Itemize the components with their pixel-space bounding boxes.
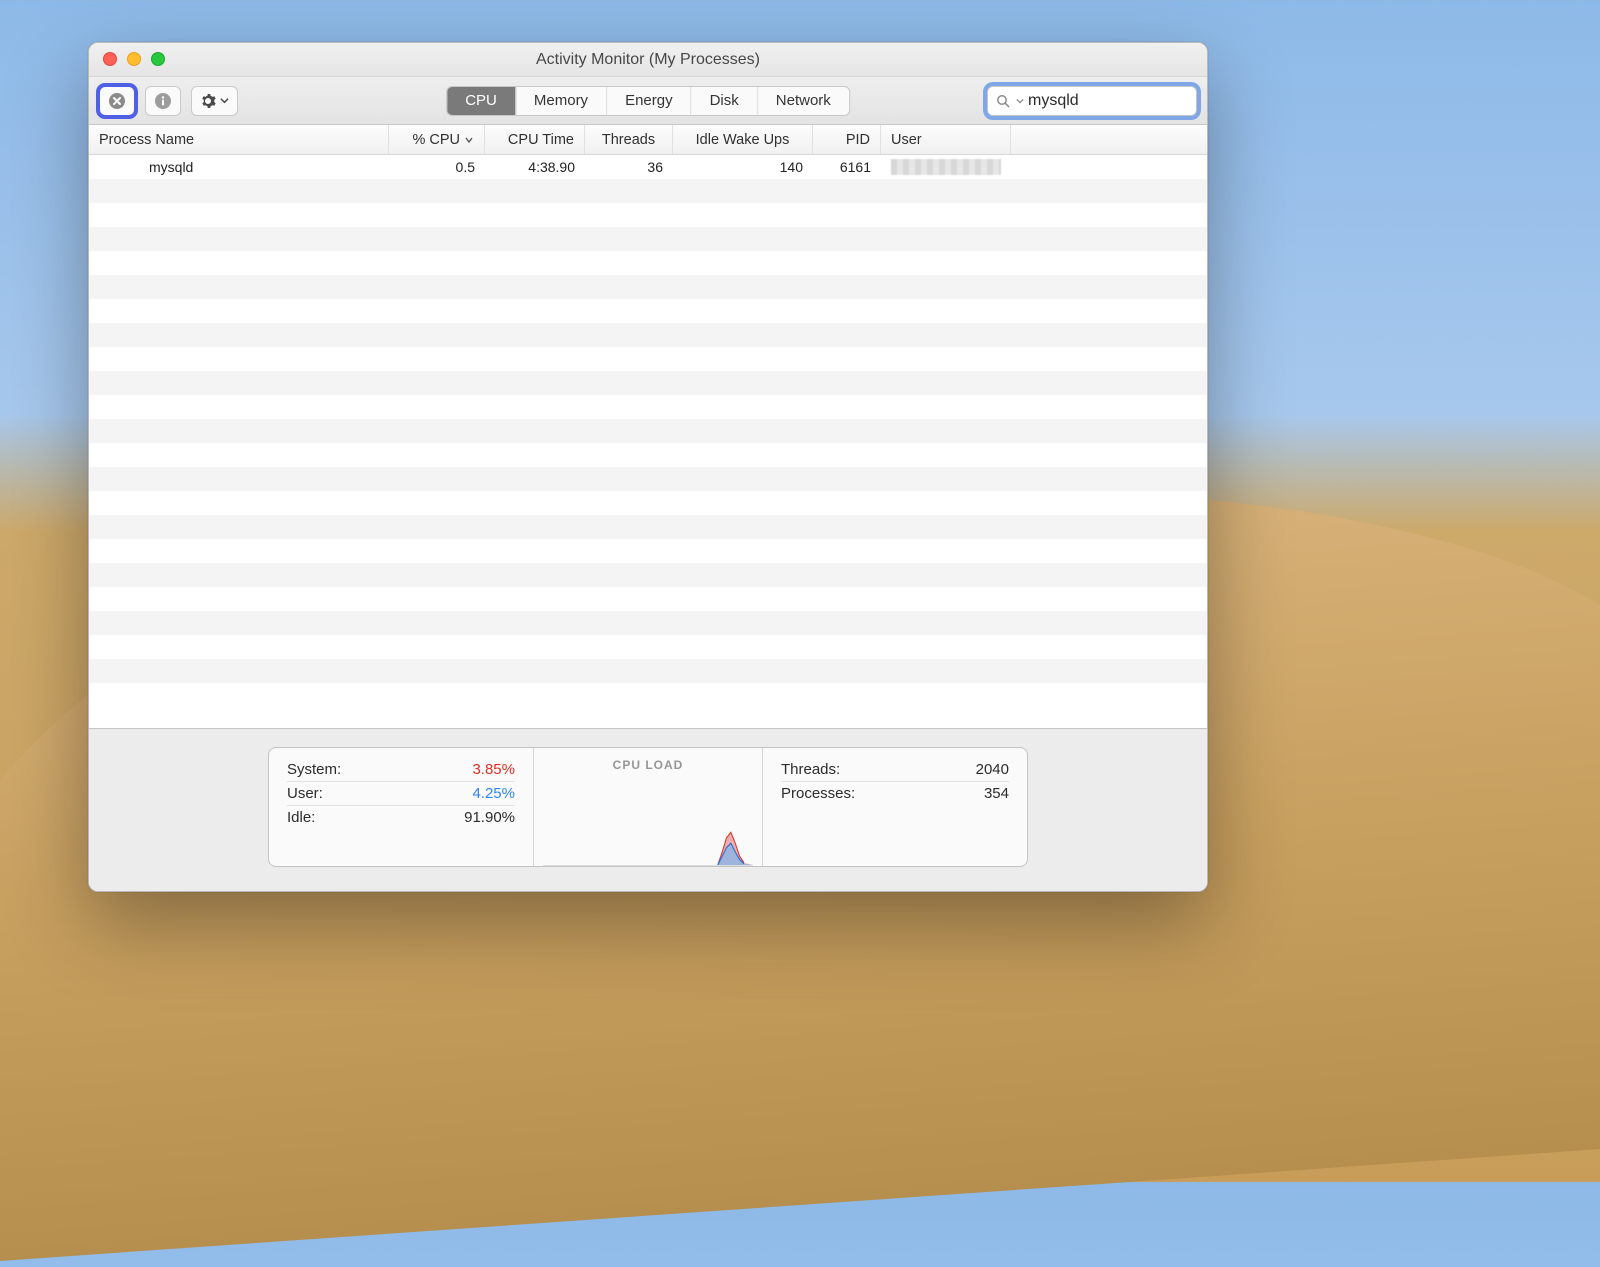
table-row <box>89 299 1207 323</box>
table-row <box>89 443 1207 467</box>
cell-cpu: 0.5 <box>389 159 485 175</box>
search-field[interactable] <box>987 86 1197 116</box>
col-threads[interactable]: Threads <box>585 125 673 154</box>
table-row <box>89 371 1207 395</box>
table-row <box>89 467 1207 491</box>
tab-energy[interactable]: Energy <box>607 87 692 115</box>
cell-cputime: 4:38.90 <box>485 159 585 175</box>
system-value: 3.85% <box>472 761 515 778</box>
search-input[interactable] <box>1028 92 1208 110</box>
settings-menu-button[interactable] <box>191 86 238 116</box>
x-circle-icon <box>108 92 126 110</box>
table-row <box>89 563 1207 587</box>
window-traffic-lights <box>103 52 165 66</box>
toolbar: CPU Memory Energy Disk Network <box>89 77 1207 125</box>
idle-value: 91.90% <box>464 809 515 826</box>
cpu-load-graph <box>543 778 753 866</box>
tab-disk[interactable]: Disk <box>692 87 758 115</box>
zoom-window-button[interactable] <box>151 52 165 66</box>
threads-label: Threads: <box>781 761 840 778</box>
threads-value: 2040 <box>976 761 1009 778</box>
activity-monitor-window: Activity Monitor (My Processes) CPU Memo… <box>88 42 1208 892</box>
info-icon <box>154 92 172 110</box>
col-idle-wakeups[interactable]: Idle Wake Ups <box>673 125 813 154</box>
table-row <box>89 275 1207 299</box>
sort-desc-icon <box>464 135 474 145</box>
col-cpu-percent[interactable]: % CPU <box>389 125 485 154</box>
cell-threads: 36 <box>585 159 673 175</box>
stop-process-button[interactable] <box>99 86 135 116</box>
tab-memory[interactable]: Memory <box>516 87 607 115</box>
system-label: System: <box>287 761 341 778</box>
titlebar: Activity Monitor (My Processes) <box>89 43 1207 77</box>
minimize-window-button[interactable] <box>127 52 141 66</box>
processes-value: 354 <box>984 785 1009 802</box>
table-row <box>89 491 1207 515</box>
tab-segmented-control: CPU Memory Energy Disk Network <box>446 86 850 116</box>
table-row <box>89 587 1207 611</box>
table-row <box>89 323 1207 347</box>
tab-network[interactable]: Network <box>758 87 849 115</box>
table-row <box>89 419 1207 443</box>
table-row <box>89 251 1207 275</box>
table-row[interactable]: mysqld0.54:38.90361406161 <box>89 155 1207 179</box>
user-label: User: <box>287 785 323 802</box>
table-row <box>89 179 1207 203</box>
cpu-load-graph-panel: CPU LOAD <box>534 748 763 866</box>
table-row <box>89 611 1207 635</box>
gear-icon <box>200 93 216 109</box>
processes-label: Processes: <box>781 785 855 802</box>
table-header-row: Process Name % CPU CPU Time Threads Idle… <box>89 125 1207 155</box>
search-icon <box>996 94 1010 108</box>
table-row <box>89 347 1207 371</box>
table-row <box>89 539 1207 563</box>
redacted-user <box>891 159 1001 175</box>
process-table[interactable]: mysqld0.54:38.90361406161 <box>89 155 1207 728</box>
col-user[interactable]: User <box>881 125 1011 154</box>
window-title: Activity Monitor (My Processes) <box>89 51 1207 69</box>
graph-title: CPU LOAD <box>613 758 684 772</box>
table-row <box>89 395 1207 419</box>
idle-label: Idle: <box>287 809 315 826</box>
footer: System: 3.85% User: 4.25% Idle: 91.90% CPU … <box>89 728 1207 891</box>
table-row <box>89 515 1207 539</box>
col-cpu-label: % CPU <box>412 132 460 148</box>
cpu-summary-panel: System: 3.85% User: 4.25% Idle: 91.90% <box>269 748 534 866</box>
cell-pid: 6161 <box>813 159 881 175</box>
chevron-down-icon <box>220 96 229 105</box>
col-pid[interactable]: PID <box>813 125 881 154</box>
tab-cpu[interactable]: CPU <box>447 87 516 115</box>
table-row <box>89 203 1207 227</box>
user-value: 4.25% <box>472 785 515 802</box>
threads-processes-panel: Threads: 2040 Processes: 354 <box>763 748 1027 866</box>
table-row <box>89 659 1207 683</box>
info-button[interactable] <box>145 86 181 116</box>
table-row <box>89 635 1207 659</box>
col-cpu-time[interactable]: CPU Time <box>485 125 585 154</box>
cell-user <box>881 159 1011 175</box>
table-row <box>89 227 1207 251</box>
cell-idlewake: 140 <box>673 159 813 175</box>
col-process-name[interactable]: Process Name <box>89 125 389 154</box>
close-window-button[interactable] <box>103 52 117 66</box>
col-spacer <box>1011 125 1207 154</box>
cell-process-name: mysqld <box>89 159 389 175</box>
footer-stats-box: System: 3.85% User: 4.25% Idle: 91.90% CPU … <box>268 747 1028 867</box>
chevron-down-icon <box>1016 97 1024 105</box>
